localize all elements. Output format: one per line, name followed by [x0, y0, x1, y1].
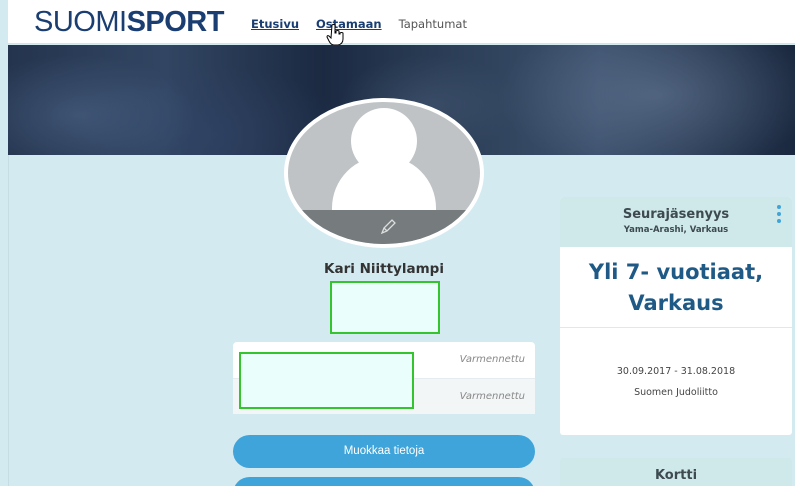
profile-avatar[interactable]: [284, 98, 484, 248]
logo-text-light: SUOMI: [34, 6, 127, 38]
membership-card-header: Seurajäsenyys Yama-Arashi, Varkaus: [560, 197, 792, 247]
avatar-circle: [284, 98, 484, 248]
nav-link-etusivu[interactable]: Etusivu: [251, 17, 299, 31]
redacted-contact-box: [239, 352, 414, 409]
card-divider: [560, 327, 792, 328]
pencil-icon: [380, 219, 396, 235]
hand-pointer-cursor-icon: [326, 24, 344, 46]
card-section-header: Kortti: [560, 458, 792, 486]
secondary-action-button[interactable]: [233, 477, 535, 486]
membership-organization: Suomen Judoliitto: [634, 387, 718, 398]
nav-link-tapahtumat[interactable]: Tapahtumat: [399, 17, 467, 31]
membership-category-line: Varkaus: [628, 291, 724, 315]
more-options-icon[interactable]: [776, 205, 782, 227]
page-edge-divider: [8, 155, 9, 486]
suomisport-logo[interactable]: SUOMISPORT: [34, 7, 224, 37]
avatar-placeholder-body: [332, 156, 436, 214]
profile-name: Kari Niittylampi: [324, 261, 444, 277]
redacted-field-box: [330, 281, 440, 334]
card-section: Kortti: [560, 458, 792, 486]
verified-label: Varmennettu: [459, 391, 525, 402]
avatar-edit-bar[interactable]: [288, 210, 480, 244]
main-nav: Etusivu Ostamaan Tapahtumat: [251, 17, 484, 31]
membership-validity-dates: 30.09.2017 - 31.08.2018: [616, 366, 736, 377]
membership-card-title: Seurajäsenyys: [622, 207, 730, 222]
card-section-title: Kortti: [654, 468, 698, 483]
edit-profile-button[interactable]: Muokkaa tietoja: [233, 435, 535, 468]
top-navigation-bar: SUOMISPORT Etusivu Ostamaan Tapahtumat: [8, 0, 795, 44]
membership-category: Yli 7- vuotiaat, Varkaus: [560, 257, 792, 319]
verified-label: Varmennettu: [459, 354, 525, 365]
membership-card-club: Yama-Arashi, Varkaus: [623, 225, 729, 235]
membership-category-line: Yli 7- vuotiaat,: [588, 260, 764, 284]
club-membership-card: Seurajäsenyys Yama-Arashi, Varkaus Yli 7…: [560, 197, 792, 435]
logo-text-bold: SPORT: [126, 6, 225, 38]
